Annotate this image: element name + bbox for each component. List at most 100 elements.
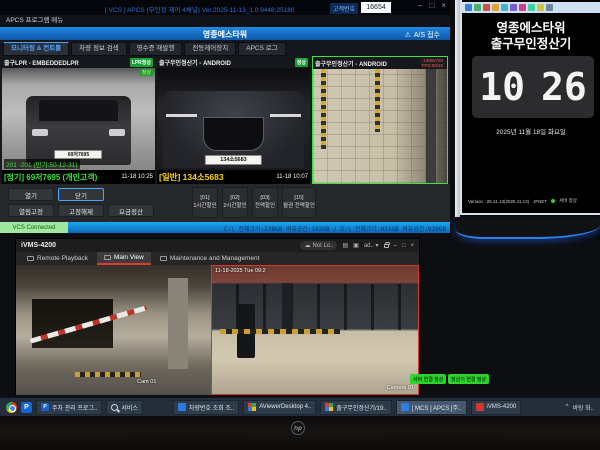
server-status-dot <box>551 199 555 203</box>
android-camera-feed <box>313 69 447 183</box>
apcs-window: [ VCS ] APCS (무인정 제어 4채널) Ver.2025-11-13… <box>0 0 450 233</box>
tab-monitoring-control[interactable]: 모니터링 & 컨트롤 <box>3 42 69 56</box>
lpr-substatus-badge: 정상 <box>140 69 153 76</box>
minimize-icon[interactable]: – <box>394 243 397 249</box>
kiosk-status-pill: 정산기 연결 정상 <box>448 374 489 384</box>
gate-control-area: 열기 닫기 열림고정 고정해제 요금정산 [01] 1시간할인 [02] 2시간… <box>0 184 450 222</box>
vendor-text: JFNET <box>533 199 547 204</box>
kiosk-camera-feed: 134소5683 <box>157 68 310 184</box>
kiosk-screen: 영종에스타워 출구무인정산기 10 26 2025년 11월 18일 화요일 V… <box>460 0 600 215</box>
windows-colors-icon <box>248 403 256 411</box>
tab-maintenance-management[interactable]: Maintenance and Management <box>153 252 267 265</box>
camera-panel-exit-lpr[interactable]: 출구LPR - EMBEDDEDLPR LPR정상 정상 69저7695 201… <box>2 56 155 184</box>
camera-panel-android-selected[interactable]: 출구무인정산기 - ANDROID 1280x720 FPS:00/15 <box>312 56 448 184</box>
fee-settlement-button[interactable]: 요금정산 <box>108 204 154 217</box>
as-receipt-button[interactable]: ⚠ A/S 접수 <box>405 30 440 40</box>
camera-name-overlay: Camera 01 <box>387 385 414 391</box>
stream-resolution-fps: 1280x720 FPS:00/15 <box>420 58 445 69</box>
parking-app-icon[interactable]: P <box>21 402 32 413</box>
close-icon[interactable]: × <box>410 243 414 249</box>
minimize-icon[interactable]: – <box>418 1 422 10</box>
plate-result-text: [일반] 134소5683 <box>159 171 224 183</box>
tab-apcs-log[interactable]: APCS 로그 <box>238 42 285 56</box>
discount-2hour-button[interactable]: [02] 2시간할인 <box>222 187 248 218</box>
season-ticket-overlay: 201 -201 (만기:50-12-31) <box>4 159 80 169</box>
capture-timestamp: 11-18 10:25 <box>121 174 153 180</box>
gate-close-button[interactable]: 닫기 <box>58 188 104 201</box>
windows-colors-icon <box>325 403 333 411</box>
ivms-logo: iVMS-4200 <box>21 242 56 249</box>
tray-label: 바탕 화.. <box>572 403 594 412</box>
chevron-down-icon: ▾ <box>376 243 379 249</box>
vehicle-silhouette: 69저7695 <box>26 96 130 166</box>
kiosk-monitor-bottom-glow <box>455 217 600 239</box>
tray-caret-icon[interactable]: ^ <box>566 404 569 410</box>
ivms-window: iVMS-4200 ☁ Not Lo.. ▤ ▣ ad.. ▾ – □ × <box>15 238 420 394</box>
taskbar-item-exit-kiosk[interactable]: 출구무인정산기/19.. <box>320 400 391 415</box>
monitor-icon <box>104 255 111 260</box>
camera-panel-header: 출구LPR - EMBEDDEDLPR LPR정상 <box>2 56 155 68</box>
apcs-tab-bar: 모니터링 & 컨트롤 차량 정보 검색 영수증 재발행 전동제어장치 APCS … <box>0 40 450 56</box>
taskbar-item-apcs-active[interactable]: [ MCS ] APCS [주.. <box>396 400 467 415</box>
apcs-window-controls: – □ × <box>418 1 446 10</box>
plate-result-bar: [일반] 134소5683 11-18 10:07 <box>157 170 310 184</box>
vcs-connected-badge: VCS Connected <box>0 222 68 233</box>
discount-monthly-full-button[interactable]: [15] 월권 전액할인 <box>282 187 316 218</box>
capture-icon[interactable]: ▣ <box>353 242 359 249</box>
lpr-status-badge: LPR정상 <box>130 58 153 67</box>
layout-grid-icon[interactable]: ▤ <box>342 242 348 249</box>
cctv-pane-barrier[interactable]: Cam 01 <box>16 265 211 395</box>
lock-icon[interactable] <box>384 244 389 248</box>
version-text: Version : 25.11.13(2025.11.13) <box>468 199 529 204</box>
app-icon <box>401 403 409 411</box>
camera-name-overlay: Cam 01 <box>137 379 156 385</box>
taskbar-item-plate-lookup[interactable]: 차량번호 조회 조.. <box>173 400 239 415</box>
apcs-menu[interactable]: APCS 프로그램 메뉴 <box>0 15 450 27</box>
system-tray[interactable]: ^ 바탕 화.. <box>566 403 594 412</box>
maximize-icon[interactable]: □ <box>402 243 406 249</box>
customer-number-label: 고객번호 <box>330 3 358 14</box>
user-menu[interactable]: ad.. ▾ <box>364 242 379 249</box>
taskbar-item-ivms[interactable]: iVMS-4200 <box>471 400 522 415</box>
tab-remote-playback[interactable]: Remote Playback <box>20 252 95 265</box>
tab-vehicle-search[interactable]: 차량 정보 검색 <box>71 42 127 56</box>
site-name: 영종에스타워 <box>0 29 450 40</box>
customer-number-field[interactable]: 16654 <box>361 2 391 13</box>
kiosk-remote-toolbar[interactable] <box>462 2 600 13</box>
tab-receipt-reissue[interactable]: 영수증 재발행 <box>129 42 183 56</box>
cctv-pane-exit-lane-selected[interactable]: 11-18-2025 Tue 09:2 Camera 01 <box>211 265 419 395</box>
chrome-icon[interactable] <box>6 402 17 413</box>
tab-motor-control[interactable]: 전동제어장치 <box>184 42 236 56</box>
taskbar-item-services[interactable]: 서비스 <box>106 400 143 415</box>
ivms-video-grid: Cam 01 11-18-2025 Tue 09:2 Camera 01 <box>16 265 419 395</box>
release-hold-button[interactable]: 고정해제 <box>58 204 104 217</box>
vehicle-silhouette: 134소5683 <box>163 91 304 168</box>
camera-panel-header: 출구무인정산기 - ANDROID 1280x720 FPS:00/15 <box>313 57 447 69</box>
disk-usage-text: C:\ 전체크기:238GB 여유공간:102GB / D:\ 전체크기:931… <box>224 224 446 233</box>
close-icon[interactable]: × <box>441 1 446 10</box>
camera-panel-kiosk-front[interactable]: 출구무인정산기 - ANDROID 정상 134소5683 [일반] 134소5… <box>157 56 310 184</box>
server-status-text: 서버 정상 <box>559 198 577 204</box>
playback-icon <box>27 256 34 261</box>
site-header-bar: 영종에스타워 ⚠ A/S 접수 <box>0 27 450 40</box>
tab-main-view[interactable]: Main View <box>97 252 151 265</box>
discount-1hour-button[interactable]: [01] 1시간할인 <box>192 187 218 218</box>
cam-status-badge: 정상 <box>295 58 308 67</box>
kiosk-title: 영종에스타워 출구무인정산기 <box>462 20 600 53</box>
search-icon <box>111 404 118 411</box>
gate-open-button[interactable]: 열기 <box>8 188 54 201</box>
login-status-pill[interactable]: ☁ Not Lo.. <box>300 241 337 250</box>
taskbar-item-viewer-desktop[interactable]: AViewerDesktop 4.. <box>243 400 316 415</box>
kiosk-footer: Version : 25.11.13(2025.11.13) JFNET 서버 … <box>468 198 577 204</box>
clock-minutes: 26 <box>541 65 587 109</box>
cloud-icon: ☁ <box>304 242 310 249</box>
ivms-titlebar-controls: ☁ Not Lo.. ▤ ▣ ad.. ▾ – □ × <box>300 241 414 250</box>
discount-full-button[interactable]: [03] 전액할인 <box>252 187 278 218</box>
taskbar-item-parking-manager[interactable]: P 주차 관리 프로그.. <box>36 400 102 415</box>
apcs-window-title: [ VCS ] APCS (무인정 제어 4채널) Ver.2025-11-13… <box>105 4 295 14</box>
plate-result-bar: [정기] 69저7695 (개인고객) 11-18 10:25 <box>2 170 155 184</box>
maximize-icon[interactable]: □ <box>429 1 434 10</box>
monitor-bezel: hp <box>0 416 600 450</box>
hold-open-button[interactable]: 열림고정 <box>8 204 54 217</box>
photo-of-monitors: [ VCS ] APCS (무인정 제어 4채널) Ver.2025-11-13… <box>0 0 600 450</box>
